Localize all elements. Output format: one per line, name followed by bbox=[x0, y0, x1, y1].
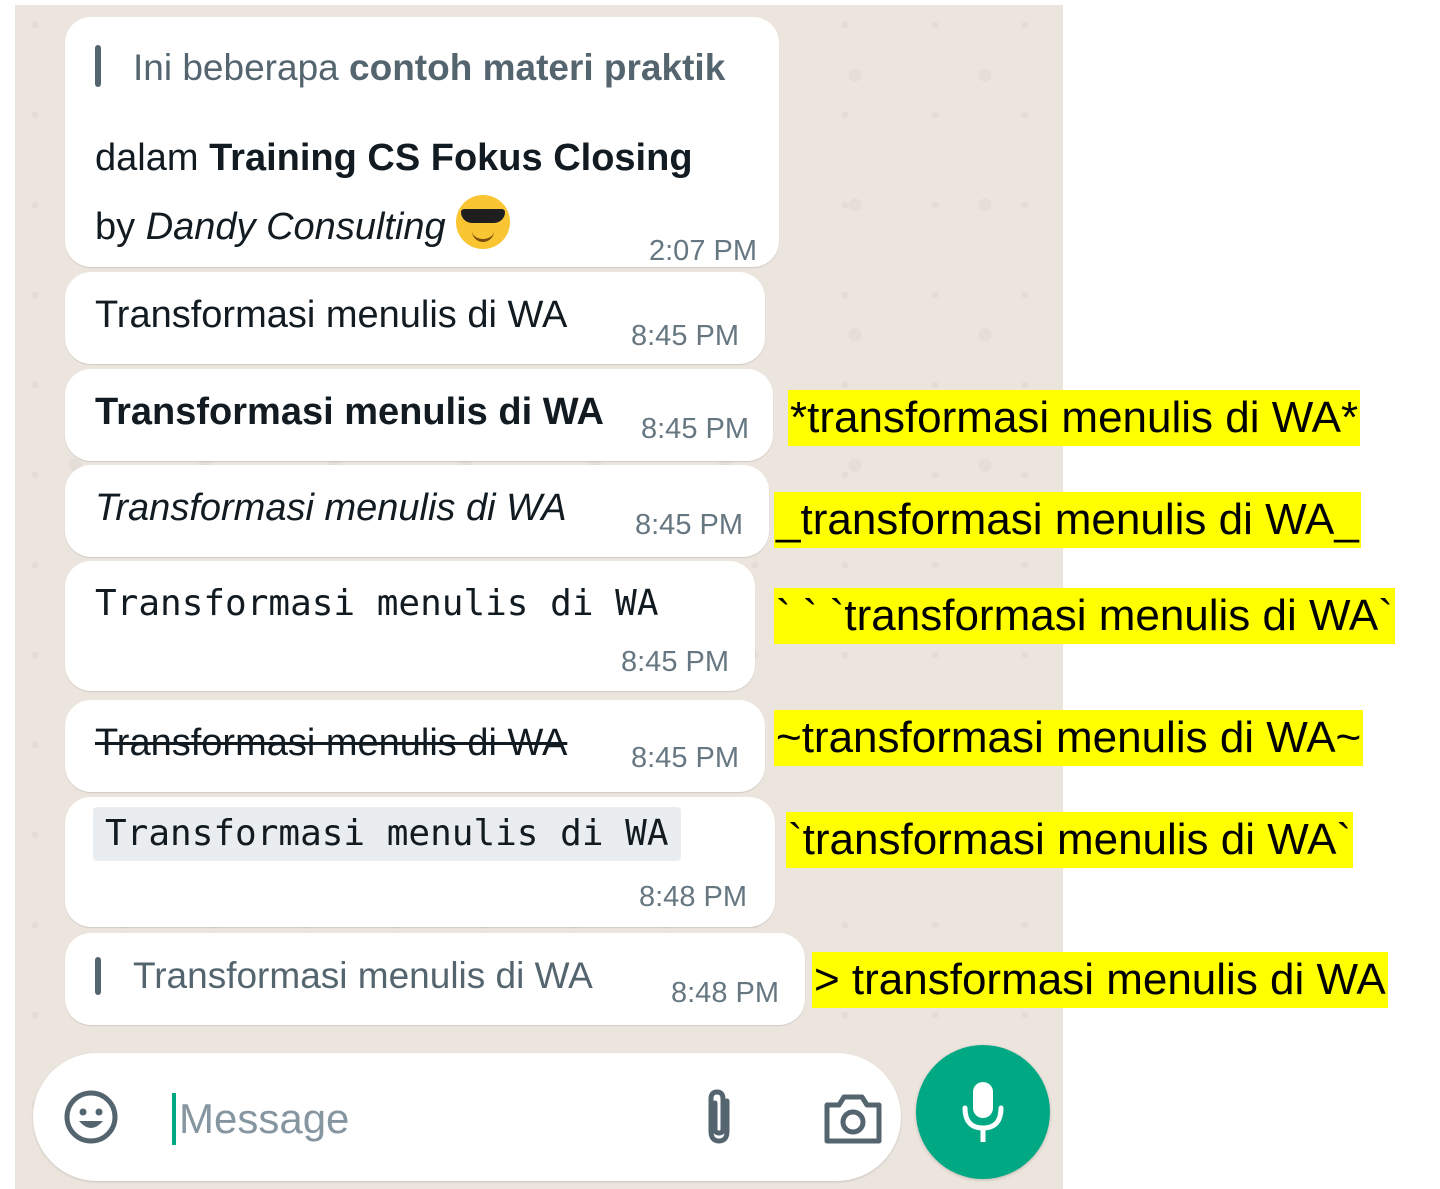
message-bubble-italic[interactable]: Transformasi menulis di WA 8:45 PM bbox=[65, 465, 769, 557]
quoted-text: Transformasi menulis di WA bbox=[133, 955, 593, 996]
message-bubble-intro[interactable]: Ini beberapa contoh materi praktik dalam… bbox=[65, 17, 779, 267]
message-text: Transformasi menulis di WA bbox=[95, 722, 568, 764]
annotation-bold-syntax: *transformasi menulis di WA* bbox=[788, 390, 1361, 446]
camera-icon[interactable] bbox=[821, 1091, 885, 1147]
message-text: Transformasi menulis di WA bbox=[95, 583, 659, 624]
message-text: Transformasi menulis di WA bbox=[95, 294, 568, 336]
message-input[interactable] bbox=[179, 1095, 639, 1143]
message-timestamp: 8:45 PM bbox=[621, 646, 729, 678]
message-bubble-bold[interactable]: Transformasi menulis di WA 8:45 PM bbox=[65, 369, 773, 461]
message-timestamp: 8:45 PM bbox=[631, 742, 739, 774]
quoted-text: Ini beberapa contoh materi praktik bbox=[133, 47, 726, 88]
message-timestamp: 8:45 PM bbox=[635, 509, 743, 541]
text-cursor bbox=[172, 1093, 176, 1145]
message-timestamp: 2:07 PM bbox=[649, 235, 757, 267]
message-text-line: by Dandy Consulting bbox=[95, 195, 510, 249]
message-bubble-monospace[interactable]: Transformasi menulis di WA 8:45 PM bbox=[65, 561, 755, 691]
annotation-monospace-syntax: ` ` `transformasi menulis di WA` bbox=[774, 588, 1395, 644]
message-timestamp: 8:45 PM bbox=[631, 320, 739, 352]
message-bubble-strikethrough[interactable]: Transformasi menulis di WA 8:45 PM bbox=[65, 700, 765, 792]
message-bubble-inline-code[interactable]: Transformasi menulis di WA 8:48 PM bbox=[65, 797, 775, 927]
emoji-icon[interactable] bbox=[63, 1089, 119, 1145]
message-composer bbox=[33, 1053, 901, 1181]
message-timestamp: 8:48 PM bbox=[639, 881, 747, 913]
annotation-inline-code-syntax: `transformasi menulis di WA` bbox=[786, 812, 1354, 868]
message-text: Transformasi menulis di WA bbox=[95, 487, 567, 529]
sunglasses-emoji-icon bbox=[455, 195, 510, 249]
annotation-strikethrough-syntax: ~transformasi menulis di WA~ bbox=[774, 710, 1364, 766]
quote-bar bbox=[95, 957, 101, 995]
quote-bar bbox=[95, 45, 101, 87]
microphone-icon[interactable] bbox=[916, 1045, 1050, 1179]
message-text-line: dalam Training CS Fokus Closing bbox=[95, 137, 693, 179]
message-bubble-quote[interactable]: Transformasi menulis di WA 8:48 PM bbox=[65, 933, 805, 1025]
message-timestamp: 8:48 PM bbox=[671, 977, 779, 1009]
message-bubble-normal[interactable]: Transformasi menulis di WA 8:45 PM bbox=[65, 272, 765, 364]
annotation-quote-syntax: > transformasi menulis di WA bbox=[812, 952, 1388, 1008]
message-text: Transformasi menulis di WA bbox=[95, 391, 604, 433]
inline-code-text: Transformasi menulis di WA bbox=[93, 807, 681, 861]
paperclip-icon[interactable] bbox=[693, 1087, 749, 1149]
message-timestamp: 8:45 PM bbox=[641, 413, 749, 445]
annotation-italic-syntax: _transformasi menulis di WA_ bbox=[774, 492, 1361, 548]
